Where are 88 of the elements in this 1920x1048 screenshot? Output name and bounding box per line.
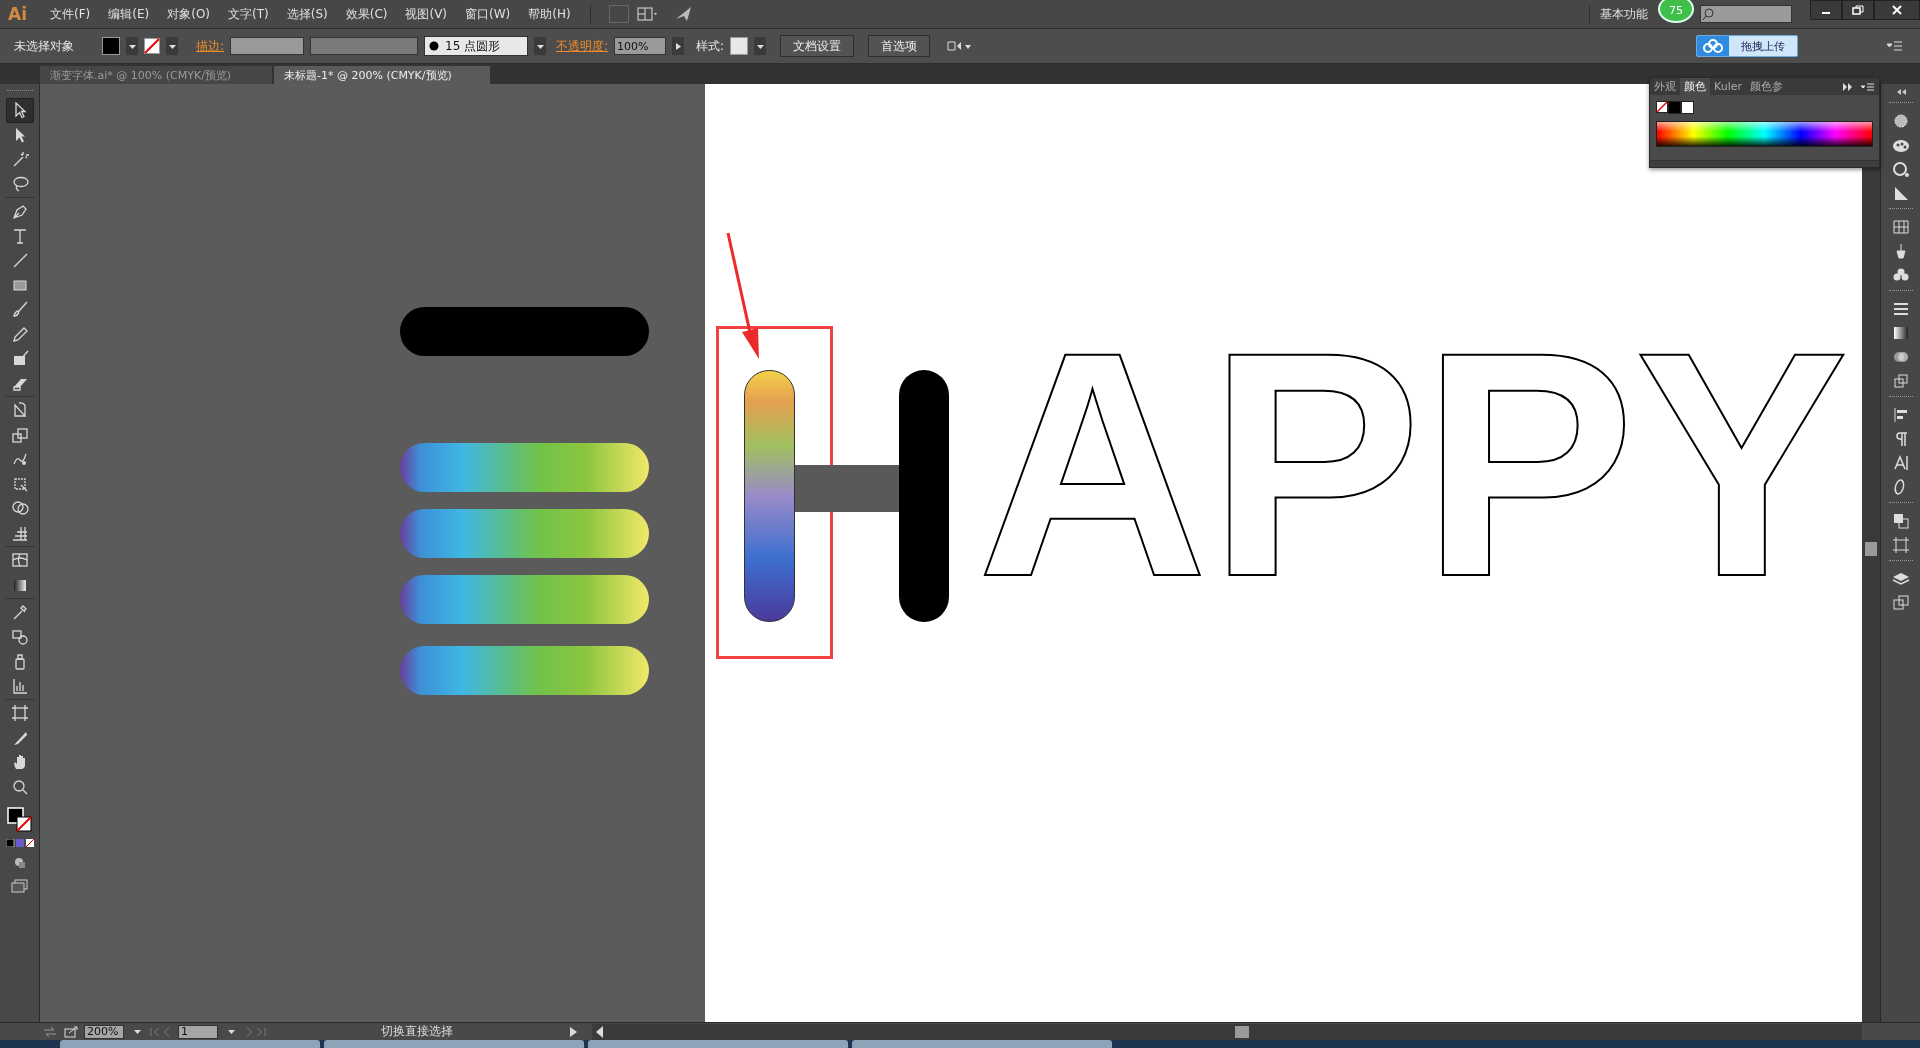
artboard-number-field[interactable]: 1 xyxy=(178,1024,218,1039)
play-icon[interactable] xyxy=(568,1025,578,1038)
scrollbar-thumb[interactable] xyxy=(1865,542,1877,556)
stroke-lines-icon[interactable] xyxy=(1891,300,1910,318)
document-tab[interactable]: 未标题-1* @ 200% (CMYK/预览) xyxy=(274,66,490,84)
expand-arrow-icon[interactable] xyxy=(673,41,683,51)
menu-item[interactable]: 文件(F) xyxy=(41,3,100,25)
minimize-button[interactable] xyxy=(1810,0,1842,20)
no-stroke-swatch-icon[interactable] xyxy=(144,38,160,54)
none-swatch-icon[interactable] xyxy=(1656,101,1668,113)
links-icon[interactable] xyxy=(1891,594,1910,612)
stroke-link[interactable]: 描边: xyxy=(196,37,225,55)
horizontal-scrollbar[interactable] xyxy=(592,1023,1862,1040)
fill-stroke-icon[interactable] xyxy=(6,807,33,833)
lasso-icon[interactable] xyxy=(10,174,29,193)
align-icon[interactable] xyxy=(1891,406,1910,424)
workspace-label[interactable]: 基本功能 xyxy=(1589,5,1658,23)
tool-button[interactable] xyxy=(5,98,34,123)
fill-swatch[interactable] xyxy=(102,37,120,55)
menu-item[interactable]: 效果(C) xyxy=(336,3,397,25)
expand-panel-icon[interactable] xyxy=(1843,81,1853,92)
color-guide-icon[interactable] xyxy=(1891,160,1910,178)
panel-menu-icon[interactable] xyxy=(1886,40,1904,52)
variable-width-dropdown[interactable] xyxy=(310,37,419,55)
mesh-icon[interactable] xyxy=(10,551,29,570)
zoom-icon[interactable] xyxy=(10,777,29,796)
screen-mode-icon[interactable] xyxy=(10,879,29,893)
color-swatch[interactable] xyxy=(1681,101,1694,114)
artboards-panel-icon[interactable] xyxy=(1891,536,1910,554)
search-icon[interactable] xyxy=(1701,7,1715,21)
selection-status: 未选择对象 xyxy=(14,37,74,55)
dropdown-icon[interactable] xyxy=(132,1027,142,1036)
menu-item[interactable]: 窗口(W) xyxy=(456,3,520,25)
restore-button[interactable] xyxy=(1842,0,1874,20)
toolbar-button[interactable]: 文档设置 xyxy=(780,35,855,57)
paintbrush-icon[interactable] xyxy=(10,300,29,319)
menu-item[interactable]: 帮助(H) xyxy=(519,3,580,25)
close-button[interactable] xyxy=(1874,0,1920,20)
gradient-swatch-icon[interactable] xyxy=(1891,324,1910,342)
layout-icon[interactable] xyxy=(636,6,658,22)
swatches-icon[interactable] xyxy=(1891,218,1910,236)
pathfinder-icon[interactable] xyxy=(1891,512,1910,530)
close-icon[interactable] xyxy=(1891,5,1903,15)
panel-tab[interactable]: Kuler xyxy=(1710,78,1746,95)
opacity-field[interactable]: 100% xyxy=(614,37,667,55)
panel-tab[interactable]: 外观 xyxy=(1650,78,1680,95)
layers-icon[interactable] xyxy=(1891,570,1910,588)
appearance-icon[interactable] xyxy=(1891,112,1910,130)
style-swatch[interactable] xyxy=(730,37,749,55)
stroke-weight-field[interactable] xyxy=(230,37,305,55)
menu-item[interactable]: 选择(S) xyxy=(277,3,337,25)
outlined-letters: APPY xyxy=(977,304,1849,624)
upload-button[interactable]: 拖拽上传 xyxy=(1696,35,1798,57)
menu-item[interactable]: 编辑(E) xyxy=(99,3,159,25)
share-icon[interactable] xyxy=(64,1024,78,1039)
bar-graph-icon[interactable] xyxy=(10,676,29,695)
app-logo: Ai xyxy=(7,4,28,24)
dropdown-icon[interactable] xyxy=(226,1027,236,1036)
color-swatch[interactable] xyxy=(1668,101,1681,114)
character-icon[interactable] xyxy=(1891,454,1910,472)
brush-dropdown[interactable]: 15 点圆形 xyxy=(424,36,529,56)
opacity-link[interactable]: 不透明度: xyxy=(556,37,609,55)
style-label: 样式: xyxy=(696,37,725,55)
panel-menu-icon[interactable] xyxy=(1861,81,1875,92)
sync-icon[interactable] xyxy=(42,1024,58,1039)
scale-icon[interactable] xyxy=(10,425,29,444)
menu-item[interactable]: 对象(O) xyxy=(158,3,219,25)
zoom-level-field[interactable]: 200% xyxy=(84,1024,124,1039)
cloud-icon xyxy=(1697,36,1729,56)
search-field[interactable] xyxy=(1700,5,1792,23)
brush-dot-icon xyxy=(429,41,440,51)
color-mode-icon[interactable] xyxy=(5,839,34,847)
menu-item[interactable]: 视图(V) xyxy=(396,3,457,25)
panel-tab[interactable]: 颜色 xyxy=(1680,78,1710,95)
menu-item[interactable]: 文字(T) xyxy=(219,3,278,25)
score-badge: 75 xyxy=(1658,0,1694,23)
artboard-icon[interactable] xyxy=(10,704,29,723)
toolbar-button[interactable]: 首选项 xyxy=(868,35,931,57)
align-options-icon[interactable] xyxy=(946,39,973,53)
scroll-left-icon[interactable] xyxy=(596,1025,604,1038)
restore-icon[interactable] xyxy=(1852,5,1864,15)
color-spectrum[interactable] xyxy=(1656,121,1873,147)
transform-icon[interactable] xyxy=(1891,372,1910,390)
shape-builder-icon[interactable] xyxy=(10,499,29,518)
scrollbar-thumb[interactable] xyxy=(1235,1025,1249,1038)
tool-hint: 切换直接选择 xyxy=(380,1023,454,1040)
panel-tab[interactable]: 颜色参 xyxy=(1746,78,1787,95)
blend-icon[interactable] xyxy=(10,627,29,646)
